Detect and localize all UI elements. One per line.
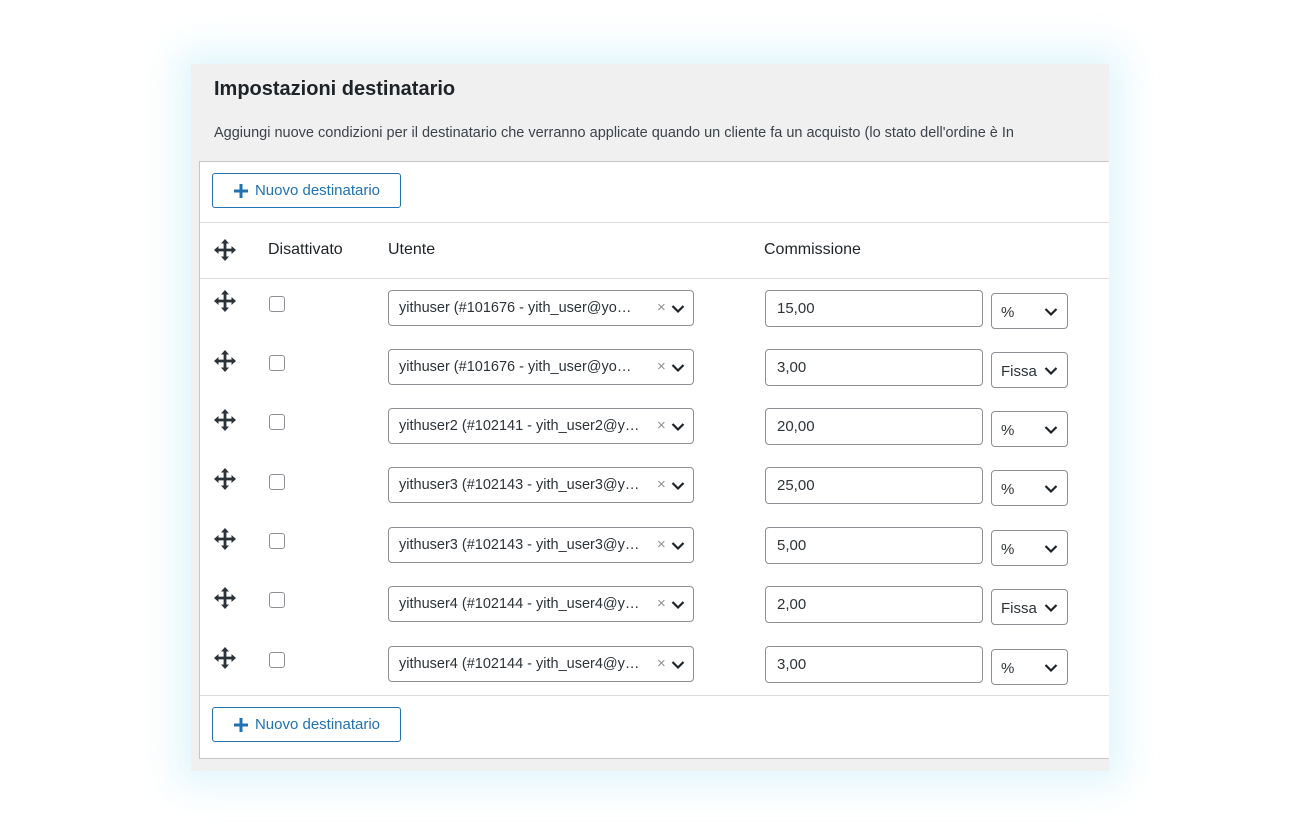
chevron-down-icon (1044, 308, 1058, 317)
user-select-value: yithuser (#101676 - yith_user@yo… (399, 300, 632, 316)
chevron-down-icon (1044, 485, 1058, 494)
commission-type-select[interactable]: % (991, 649, 1068, 685)
column-header-commission: Commissione (764, 241, 861, 258)
clear-x-icon[interactable]: × (657, 655, 666, 672)
commission-input[interactable]: 25,00 (765, 467, 983, 504)
commission-type-value: % (1001, 422, 1015, 439)
chevron-down-icon (1044, 367, 1058, 376)
commission-input[interactable]: 2,00 (765, 586, 983, 623)
commission-type-value: % (1001, 660, 1015, 677)
disabled-checkbox[interactable] (269, 296, 285, 312)
clear-x-icon[interactable]: × (657, 595, 666, 612)
commission-input[interactable]: 5,00 (765, 527, 983, 564)
move-arrows-icon[interactable] (213, 586, 237, 610)
disabled-checkbox[interactable] (269, 592, 285, 608)
add-recipient-button-bottom[interactable]: Nuovo destinatario (212, 707, 401, 742)
recipient-settings-panel: Impostazioni destinatario Aggiungi nuove… (191, 64, 1109, 771)
disabled-checkbox[interactable] (269, 355, 285, 371)
chevron-down-icon (671, 661, 685, 670)
panel-description: Aggiungi nuove condizioni per il destina… (214, 125, 1014, 141)
commission-input[interactable]: 20,00 (765, 408, 983, 445)
chevron-down-icon (1044, 426, 1058, 435)
disabled-checkbox[interactable] (269, 533, 285, 549)
commission-type-value: % (1001, 304, 1015, 321)
user-select[interactable]: yithuser4 (#102144 - yith_user4@y… × (388, 586, 694, 622)
commission-input[interactable]: 15,00 (765, 290, 983, 327)
user-select[interactable]: yithuser4 (#102144 - yith_user4@y… × (388, 646, 694, 682)
divider (200, 695, 1109, 696)
commission-type-value: Fissa (1001, 363, 1037, 380)
move-arrows-icon[interactable] (213, 646, 237, 670)
commission-type-select[interactable]: % (991, 470, 1068, 506)
chevron-down-icon (671, 601, 685, 610)
user-select-value: yithuser4 (#102144 - yith_user4@y… (399, 656, 640, 672)
chevron-down-icon (671, 364, 685, 373)
user-select-value: yithuser3 (#102143 - yith_user3@y… (399, 537, 640, 553)
user-select[interactable]: yithuser (#101676 - yith_user@yo… × (388, 349, 694, 385)
divider (200, 222, 1109, 223)
user-select[interactable]: yithuser (#101676 - yith_user@yo… × (388, 290, 694, 326)
clear-x-icon[interactable]: × (657, 299, 666, 316)
chevron-down-icon (1044, 545, 1058, 554)
clear-x-icon[interactable]: × (657, 417, 666, 434)
commission-type-select[interactable]: % (991, 530, 1068, 566)
add-recipient-label: Nuovo destinatario (254, 716, 381, 733)
chevron-down-icon (671, 482, 685, 491)
column-header-user: Utente (388, 241, 436, 258)
user-select[interactable]: yithuser3 (#102143 - yith_user3@y… × (388, 467, 694, 503)
user-select-value: yithuser3 (#102143 - yith_user3@y… (399, 477, 640, 493)
move-arrows-icon[interactable] (213, 408, 237, 432)
commission-type-value: % (1001, 541, 1015, 558)
move-arrows-icon (214, 239, 236, 261)
plus-icon (233, 183, 248, 198)
commission-input[interactable]: 3,00 (765, 646, 983, 683)
chevron-down-icon (671, 423, 685, 432)
disabled-checkbox[interactable] (269, 652, 285, 668)
move-arrows-icon[interactable] (213, 289, 237, 313)
user-select[interactable]: yithuser2 (#102141 - yith_user2@y… × (388, 408, 694, 444)
move-arrows-icon[interactable] (213, 349, 237, 373)
commission-input[interactable]: 3,00 (765, 349, 983, 386)
add-recipient-button-top[interactable]: Nuovo destinatario (212, 173, 401, 208)
chevron-down-icon (671, 305, 685, 314)
plus-icon (233, 717, 248, 732)
user-select-value: yithuser (#101676 - yith_user@yo… (399, 359, 632, 375)
user-select[interactable]: yithuser3 (#102143 - yith_user3@y… × (388, 527, 694, 563)
user-select-value: yithuser4 (#102144 - yith_user4@y… (399, 596, 640, 612)
chevron-down-icon (671, 542, 685, 551)
divider (200, 278, 1109, 279)
clear-x-icon[interactable]: × (657, 476, 666, 493)
column-header-disabled: Disattivato (268, 241, 343, 258)
move-arrows-icon[interactable] (213, 467, 237, 491)
commission-type-select[interactable]: % (991, 293, 1068, 329)
clear-x-icon[interactable]: × (657, 536, 666, 553)
chevron-down-icon (1044, 604, 1058, 613)
move-arrows-icon[interactable] (213, 527, 237, 551)
disabled-checkbox[interactable] (269, 414, 285, 430)
user-select-value: yithuser2 (#102141 - yith_user2@y… (399, 418, 640, 434)
disabled-checkbox[interactable] (269, 474, 285, 490)
commission-type-select[interactable]: Fissa (991, 589, 1068, 625)
commission-type-select[interactable]: Fissa (991, 352, 1068, 388)
panel-title: Impostazioni destinatario (214, 78, 456, 100)
commission-type-value: % (1001, 481, 1015, 498)
commission-type-value: Fissa (1001, 600, 1037, 617)
recipients-table-box: Nuovo destinatario Disattivato Utente Co… (199, 161, 1109, 759)
chevron-down-icon (1044, 664, 1058, 673)
add-recipient-label: Nuovo destinatario (254, 182, 381, 199)
clear-x-icon[interactable]: × (657, 358, 666, 375)
commission-type-select[interactable]: % (991, 411, 1068, 447)
